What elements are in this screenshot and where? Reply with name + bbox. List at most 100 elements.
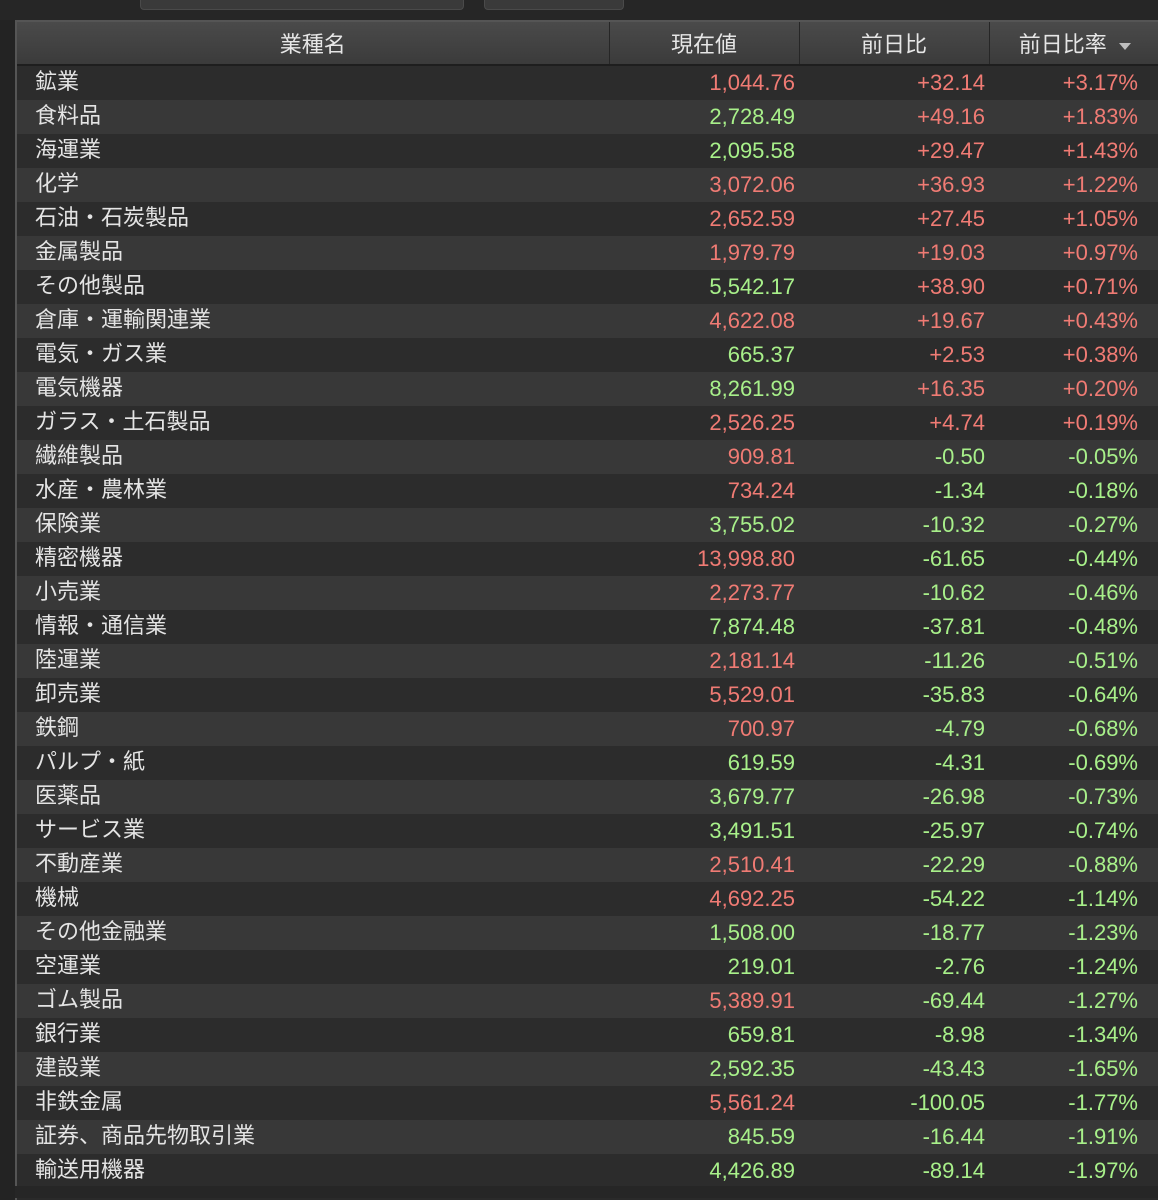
price-cell: 219.01 xyxy=(609,950,799,984)
table-row[interactable]: サービス業 3,491.51 -25.97 -0.74% xyxy=(17,814,1158,848)
change-cell: -54.22 xyxy=(799,882,989,916)
table-body: 鉱業 1,044.76 +32.14 +3.17% 食料品 2,728.49 +49.16 +… xyxy=(17,65,1158,1188)
change-cell: +2.53 xyxy=(799,338,989,372)
sector-name-cell: 精密機器 xyxy=(17,542,609,576)
change-cell: -22.29 xyxy=(799,848,989,882)
table-row[interactable]: 機械 4,692.25 -54.22 -1.14% xyxy=(17,882,1158,916)
table-row[interactable]: 水産・農林業 734.24 -1.34 -0.18% xyxy=(17,474,1158,508)
change-rate-cell: -0.27% xyxy=(989,508,1158,542)
price-cell: 2,652.59 xyxy=(609,202,799,236)
change-rate-cell: -0.44% xyxy=(989,542,1158,576)
table-row[interactable]: その他製品 5,542.17 +38.90 +0.71% xyxy=(17,270,1158,304)
sector-name-cell: 非鉄金属 xyxy=(17,1086,609,1120)
table-row[interactable]: 情報・通信業 7,874.48 -37.81 -0.48% xyxy=(17,610,1158,644)
table-row[interactable]: 精密機器 13,998.80 -61.65 -0.44% xyxy=(17,542,1158,576)
price-cell: 909.81 xyxy=(609,440,799,474)
price-cell: 2,728.49 xyxy=(609,100,799,134)
table-row[interactable]: 非鉄金属 5,561.24 -100.05 -1.77% xyxy=(17,1086,1158,1120)
price-cell: 8,261.99 xyxy=(609,372,799,406)
sector-name-cell: 倉庫・運輸関連業 xyxy=(17,304,609,338)
change-rate-cell: -0.73% xyxy=(989,780,1158,814)
price-cell: 4,426.89 xyxy=(609,1154,799,1188)
change-rate-cell: -0.48% xyxy=(989,610,1158,644)
change-cell: -4.79 xyxy=(799,712,989,746)
sector-name-cell: 空運業 xyxy=(17,950,609,984)
price-cell: 2,095.58 xyxy=(609,134,799,168)
sector-name-cell: その他金融業 xyxy=(17,916,609,950)
change-cell: -69.44 xyxy=(799,984,989,1018)
table-row[interactable]: 鉄鋼 700.97 -4.79 -0.68% xyxy=(17,712,1158,746)
table-row[interactable]: 建設業 2,592.35 -43.43 -1.65% xyxy=(17,1052,1158,1086)
price-cell: 5,561.24 xyxy=(609,1086,799,1120)
change-cell: +4.74 xyxy=(799,406,989,440)
table-row[interactable]: 繊維製品 909.81 -0.50 -0.05% xyxy=(17,440,1158,474)
change-rate-cell: +1.83% xyxy=(989,100,1158,134)
price-cell: 1,508.00 xyxy=(609,916,799,950)
price-cell: 4,622.08 xyxy=(609,304,799,338)
change-rate-cell: -1.27% xyxy=(989,984,1158,1018)
sector-name-cell: 食料品 xyxy=(17,100,609,134)
column-header-change[interactable]: 前日比 xyxy=(799,22,990,66)
change-cell: +27.45 xyxy=(799,202,989,236)
table-row[interactable]: 証券、商品先物取引業 845.59 -16.44 -1.91% xyxy=(17,1120,1158,1154)
change-rate-cell: +0.97% xyxy=(989,236,1158,270)
price-cell: 734.24 xyxy=(609,474,799,508)
change-rate-cell: -0.46% xyxy=(989,576,1158,610)
price-cell: 665.37 xyxy=(609,338,799,372)
table-row[interactable]: 化学 3,072.06 +36.93 +1.22% xyxy=(17,168,1158,202)
table-header-row: 業種名 現在値 前日比 前日比率 xyxy=(17,22,1158,66)
table-row[interactable]: 空運業 219.01 -2.76 -1.24% xyxy=(17,950,1158,984)
price-cell: 1,044.76 xyxy=(609,65,799,100)
toolbar-field[interactable] xyxy=(140,0,464,10)
sector-name-cell: 保険業 xyxy=(17,508,609,542)
table-row[interactable]: 不動産業 2,510.41 -22.29 -0.88% xyxy=(17,848,1158,882)
change-rate-cell: -0.74% xyxy=(989,814,1158,848)
table-row[interactable]: 電気・ガス業 665.37 +2.53 +0.38% xyxy=(17,338,1158,372)
chevron-down-icon[interactable] xyxy=(1118,42,1131,50)
change-cell: +32.14 xyxy=(799,65,989,100)
price-cell: 5,542.17 xyxy=(609,270,799,304)
column-header-change-rate[interactable]: 前日比率 xyxy=(989,22,1158,66)
price-cell: 5,389.91 xyxy=(609,984,799,1018)
change-rate-cell: -1.65% xyxy=(989,1052,1158,1086)
change-cell: +16.35 xyxy=(799,372,989,406)
change-rate-cell: -1.34% xyxy=(989,1018,1158,1052)
change-cell: -16.44 xyxy=(799,1120,989,1154)
table-row[interactable]: 輸送用機器 4,426.89 -89.14 -1.97% xyxy=(17,1154,1158,1188)
toolbar-strip xyxy=(0,0,1158,20)
sector-name-cell: 医薬品 xyxy=(17,780,609,814)
table-row[interactable]: その他金融業 1,508.00 -18.77 -1.23% xyxy=(17,916,1158,950)
table-row[interactable]: 小売業 2,273.77 -10.62 -0.46% xyxy=(17,576,1158,610)
column-header-label: 前日比率 xyxy=(1018,33,1107,58)
table-row[interactable]: ゴム製品 5,389.91 -69.44 -1.27% xyxy=(17,984,1158,1018)
change-rate-cell: -1.91% xyxy=(989,1120,1158,1154)
table-row[interactable]: 電気機器 8,261.99 +16.35 +0.20% xyxy=(17,372,1158,406)
table-row[interactable]: 陸運業 2,181.14 -11.26 -0.51% xyxy=(17,644,1158,678)
table-row[interactable]: ガラス・土石製品 2,526.25 +4.74 +0.19% xyxy=(17,406,1158,440)
change-cell: -4.31 xyxy=(799,746,989,780)
change-rate-cell: -1.23% xyxy=(989,916,1158,950)
table-row[interactable]: 保険業 3,755.02 -10.32 -0.27% xyxy=(17,508,1158,542)
price-cell: 4,692.25 xyxy=(609,882,799,916)
table-row[interactable]: 海運業 2,095.58 +29.47 +1.43% xyxy=(17,134,1158,168)
change-cell: +19.03 xyxy=(799,236,989,270)
table-row[interactable]: 食料品 2,728.49 +49.16 +1.83% xyxy=(17,100,1158,134)
toolbar-button[interactable] xyxy=(484,0,624,10)
table-row[interactable]: 医薬品 3,679.77 -26.98 -0.73% xyxy=(17,780,1158,814)
sector-name-cell: 電気機器 xyxy=(17,372,609,406)
sector-name-cell: 情報・通信業 xyxy=(17,610,609,644)
price-cell: 3,491.51 xyxy=(609,814,799,848)
price-cell: 3,072.06 xyxy=(609,168,799,202)
column-header-price[interactable]: 現在値 xyxy=(609,22,800,66)
sector-name-cell: 小売業 xyxy=(17,576,609,610)
table-row[interactable]: 石油・石炭製品 2,652.59 +27.45 +1.05% xyxy=(17,202,1158,236)
sector-name-cell: 化学 xyxy=(17,168,609,202)
table-row[interactable]: 銀行業 659.81 -8.98 -1.34% xyxy=(17,1018,1158,1052)
table-row[interactable]: パルプ・紙 619.59 -4.31 -0.69% xyxy=(17,746,1158,780)
change-rate-cell: +0.38% xyxy=(989,338,1158,372)
table-row[interactable]: 卸売業 5,529.01 -35.83 -0.64% xyxy=(17,678,1158,712)
column-header-sector[interactable]: 業種名 xyxy=(17,22,610,66)
table-row[interactable]: 倉庫・運輸関連業 4,622.08 +19.67 +0.43% xyxy=(17,304,1158,338)
table-row[interactable]: 金属製品 1,979.79 +19.03 +0.97% xyxy=(17,236,1158,270)
table-row[interactable]: 鉱業 1,044.76 +32.14 +3.17% xyxy=(17,65,1158,100)
